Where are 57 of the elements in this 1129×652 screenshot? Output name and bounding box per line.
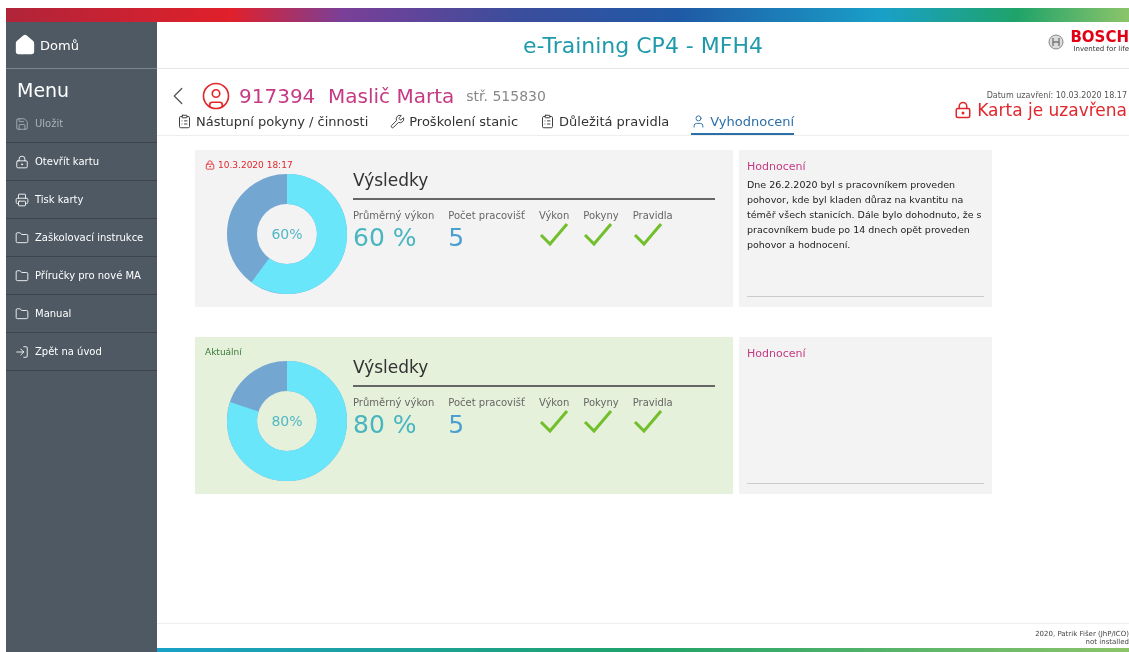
result-tag: Aktuální bbox=[205, 345, 353, 359]
percent-label: 60% bbox=[270, 226, 304, 242]
review-text: Dne 26.2.2020 byl s pracovníkem proveden pohovor, kde byl kladen důraz na kvantitu na téměř všech stanicích. Dále bylo dohodnuto, že s pracovníkem bude po 14 dnech opět proveden pohovor a hodnocení. bbox=[747, 178, 983, 252]
check-label: Pokyny bbox=[583, 210, 619, 221]
home-link[interactable]: Domů bbox=[6, 22, 157, 69]
menu-title: Menu bbox=[16, 78, 71, 103]
check-label: Pravidla bbox=[632, 397, 673, 408]
stat-value: 5 bbox=[448, 223, 465, 252]
stat-value: 60 % bbox=[353, 223, 417, 252]
clipboard-icon bbox=[540, 114, 556, 129]
menu-item[interactable]: Příručky pro nové MA bbox=[6, 257, 157, 295]
tab[interactable]: Nástupní pokyny / činnosti bbox=[177, 110, 369, 135]
app-title: e-Training CP4 - MFH4 bbox=[523, 32, 763, 58]
exit-icon bbox=[15, 344, 29, 359]
lock-icon bbox=[205, 160, 215, 170]
card-status: Karta je uzavřena bbox=[954, 100, 1127, 120]
percent-label: 80% bbox=[270, 413, 304, 429]
cost-center: stř. 515830 bbox=[466, 88, 546, 104]
results-title: Výsledky bbox=[353, 170, 715, 200]
folder-icon bbox=[15, 306, 29, 321]
stat-label: Počet pracovišť bbox=[448, 397, 525, 408]
check-label: Výkon bbox=[538, 210, 570, 221]
user-icon bbox=[691, 114, 707, 129]
stat-value: 80 % bbox=[353, 410, 417, 439]
person-name: 917394 Maslič Marta bbox=[239, 84, 455, 108]
tab[interactable]: Proškolení stanic bbox=[390, 110, 519, 135]
stat-label: Počet pracovišť bbox=[448, 210, 525, 221]
logo-icon bbox=[1048, 33, 1065, 50]
review-title: Hodnocení bbox=[747, 347, 807, 360]
results-title: Výsledky bbox=[353, 357, 715, 387]
stat-value: 5 bbox=[448, 410, 465, 439]
folder-icon bbox=[15, 230, 29, 245]
menu-item[interactable]: Otevřít kartu bbox=[6, 143, 157, 181]
menu-item[interactable]: Zaškolovací instrukce bbox=[6, 219, 157, 257]
menu-item[interactable]: Tisk karty bbox=[6, 181, 157, 219]
menu-item[interactable]: Manual bbox=[6, 295, 157, 333]
lock-icon bbox=[954, 101, 973, 119]
clipboard-icon bbox=[177, 114, 192, 129]
tool-icon bbox=[390, 114, 406, 129]
home-icon bbox=[14, 34, 36, 56]
check-label: Pravidla bbox=[632, 210, 673, 221]
check-label: Pokyny bbox=[583, 397, 619, 408]
closed-date: Datum uzavření: 10.03.2020 18.17 bbox=[986, 91, 1127, 100]
logo-word: BOSCH bbox=[1070, 30, 1129, 45]
lock-icon bbox=[15, 154, 29, 169]
tab[interactable]: Vyhodnocení bbox=[691, 110, 795, 135]
stat-label: Průměrný výkon bbox=[353, 210, 435, 221]
menu-item[interactable]: Zpět na úvod bbox=[6, 333, 157, 371]
folder-icon bbox=[15, 268, 29, 283]
user-icon bbox=[201, 81, 231, 111]
save-icon bbox=[15, 116, 29, 131]
result-tag: 10.3.2020 18:17 bbox=[205, 158, 353, 172]
stat-label: Průměrný výkon bbox=[353, 397, 435, 408]
tab[interactable]: Důležitá pravidla bbox=[540, 110, 670, 135]
check-label: Výkon bbox=[538, 397, 570, 408]
review-title: Hodnocení bbox=[747, 160, 807, 173]
printer-icon bbox=[15, 192, 29, 207]
